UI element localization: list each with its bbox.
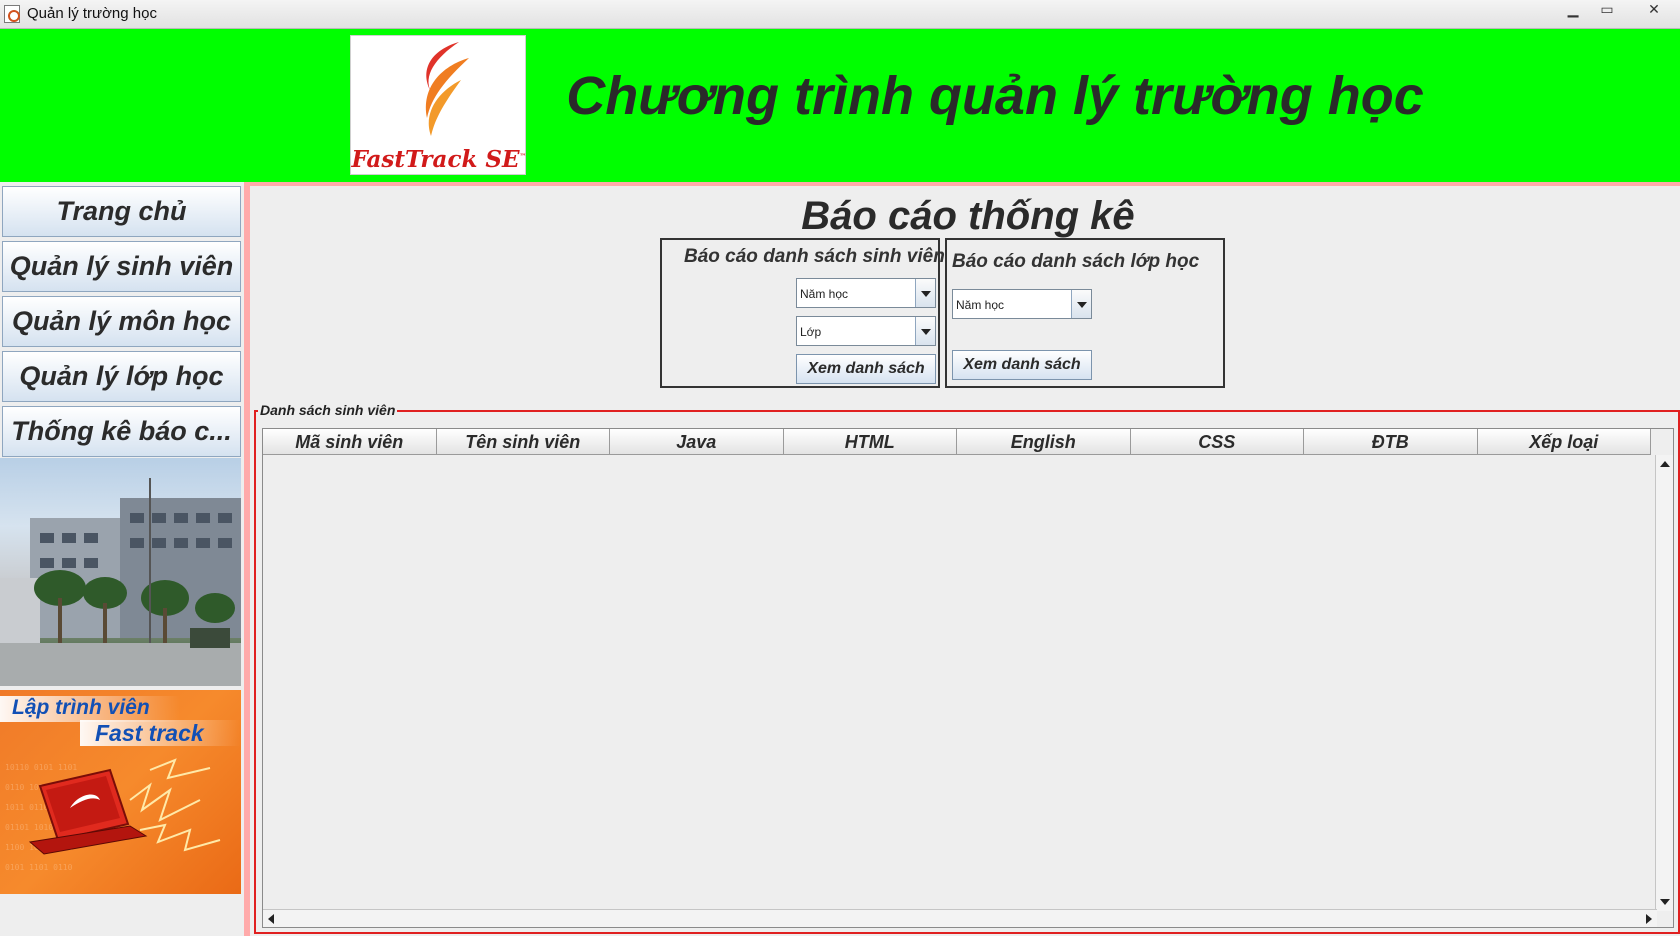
student-list-group: Danh sách sinh viên Mã sinh viên Tên sin… (254, 402, 1680, 934)
col-header-rank[interactable]: Xếp loại (1477, 429, 1651, 455)
col-header-english[interactable]: English (957, 429, 1131, 455)
student-year-select[interactable]: Năm học (796, 278, 936, 308)
class-view-list-button[interactable]: Xem danh sách (952, 350, 1092, 380)
sidebar-item-subjects[interactable]: Quản lý môn học (2, 296, 241, 347)
col-header-student-id[interactable]: Mã sinh viên (263, 429, 437, 455)
scroll-up-icon[interactable] (1660, 461, 1670, 467)
sidebar-item-students[interactable]: Quản lý sinh viên (2, 241, 241, 292)
class-report-title: Báo cáo danh sách lớp học (952, 251, 1200, 272)
sidebar-item-home[interactable]: Trang chủ (2, 186, 241, 237)
class-year-select[interactable]: Năm học (952, 289, 1092, 319)
student-table[interactable]: Mã sinh viên Tên sinh viên Java HTML Eng… (262, 428, 1674, 928)
student-view-list-button[interactable]: Xem danh sách (796, 354, 936, 384)
flame-icon (425, 42, 469, 136)
scroll-down-icon[interactable] (1660, 899, 1670, 905)
class-report-box: Báo cáo danh sách lớp học Năm học Xem da… (945, 238, 1225, 388)
window-title: Quản lý trường học (27, 5, 157, 22)
class-year-select-value: Năm học (956, 298, 1005, 312)
java-app-icon (4, 5, 20, 23)
col-header-gpa[interactable]: ĐTB (1304, 429, 1478, 455)
student-class-select[interactable]: Lớp (796, 316, 936, 346)
col-header-java[interactable]: Java (610, 429, 784, 455)
sidebar: Trang chủ Quản lý sinh viên Quản lý môn … (0, 182, 244, 936)
report-panel: Báo cáo thống kê Báo cáo danh sách sinh … (244, 182, 1680, 936)
page-title: Báo cáo thống kê (801, 194, 1135, 238)
fasttrack-banner: Lập trình viên Fast track 10110 0101 110… (0, 690, 241, 894)
campus-photo (0, 458, 241, 686)
fasttrack-logo: FastTrack SE™ (350, 35, 527, 175)
col-header-html[interactable]: HTML (783, 429, 957, 455)
chevron-down-icon[interactable] (915, 317, 935, 345)
logo-trademark: ™ (519, 151, 527, 161)
col-header-student-name[interactable]: Tên sinh viên (436, 429, 610, 455)
student-list-legend: Danh sách sinh viên (258, 402, 398, 418)
col-header-css[interactable]: CSS (1130, 429, 1304, 455)
laptop-icon: 10110 0101 11010110 10101 01 1011 0110 1… (5, 758, 221, 872)
svg-text:10110 0101 1101: 10110 0101 1101 (5, 763, 77, 772)
chevron-down-icon[interactable] (1071, 290, 1091, 318)
close-button[interactable]: ✕ (1641, 1, 1667, 19)
student-report-title: Báo cáo danh sách sinh viên (684, 246, 945, 267)
svg-text:0101 1101 0110: 0101 1101 0110 (5, 863, 73, 872)
student-class-select-value: Lớp (800, 325, 822, 339)
student-year-select-value: Năm học (800, 287, 849, 301)
sidebar-item-reports[interactable]: Thống kê báo c... (2, 406, 241, 457)
vertical-scrollbar[interactable] (1655, 455, 1673, 911)
chevron-down-icon[interactable] (915, 279, 935, 307)
scroll-left-icon[interactable] (268, 914, 274, 924)
student-report-box: Báo cáo danh sách sinh viên Năm học Lớp … (660, 238, 945, 388)
maximize-button[interactable]: ▭ (1594, 1, 1620, 19)
table-header-row: Mã sinh viên Tên sinh viên Java HTML Eng… (263, 429, 1651, 455)
minimize-button[interactable]: ▁ (1560, 1, 1586, 19)
logo-text: FastTrack SE (351, 146, 520, 173)
scroll-right-icon[interactable] (1646, 914, 1652, 924)
app-heading: Chương trình quản lý trường học (566, 66, 1424, 126)
campus-building-image (0, 478, 241, 686)
sidebar-item-classes[interactable]: Quản lý lớp học (2, 351, 241, 402)
app-header: FastTrack SE™ Chương trình quản lý trườn… (0, 29, 1680, 182)
window-titlebar: Quản lý trường học ▁ ▭ ✕ (0, 0, 1680, 29)
horizontal-scrollbar[interactable] (263, 909, 1657, 927)
